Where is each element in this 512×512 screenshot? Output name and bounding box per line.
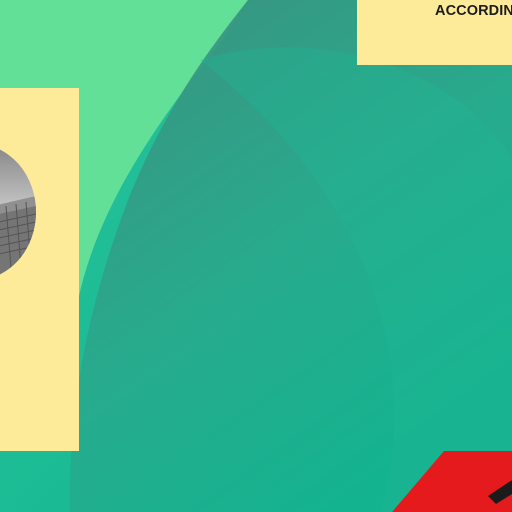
heading-text: ACCORDING [435, 3, 512, 19]
architecture-photo [0, 144, 36, 280]
top-right-card: ACCORDING [357, 0, 512, 65]
photo-image [0, 144, 36, 280]
left-card [0, 88, 79, 451]
slide-canvas: ACCORDING [0, 0, 512, 512]
